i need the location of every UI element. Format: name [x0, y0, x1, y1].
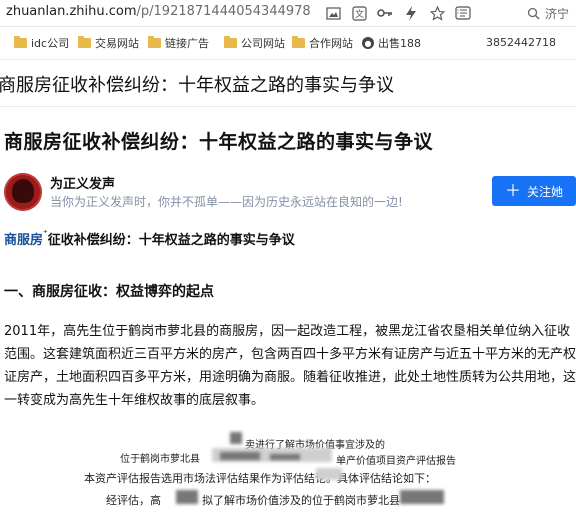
article-title: 商服房征收补偿纠纷：十年权益之路的事实与争议 [4, 131, 434, 153]
article-paragraph: 2011年，高先生位于鹤岗市萝北县的商服房，因一起改造工程，被黑龙江省农垦相关单… [4, 324, 576, 408]
redaction-mark [270, 454, 300, 460]
bookmark-label: 公司网站 [241, 37, 285, 50]
sticky-title-bar: 商服房征收补偿纠纷：十年权益之路的事实与争议 [0, 60, 576, 107]
sticky-title: 商服房征收补偿纠纷：十年权益之路的事实与争议 [0, 75, 394, 96]
bookmark-link-ads[interactable]: 链接广告 [148, 35, 209, 51]
globe-icon: ● [362, 37, 374, 49]
bookmark-label: 链接广告 [165, 37, 209, 50]
scan-line-3-left: 经评估，高 [106, 494, 161, 507]
section-heading: 一、商服房征收：权益博弈的起点 [4, 284, 214, 300]
url-host: zhuanlan.zhihu.com [6, 4, 137, 19]
bookmark-idc[interactable]: idc公司 [14, 35, 69, 51]
bookmark-partner-sites[interactable]: 合作网站 [292, 35, 353, 51]
bookmark-trade-sites[interactable]: 交易网站 [78, 35, 139, 51]
author-bio: 当你为正义发声时，你并不孤单——因为历史永远站在良知的一边! [50, 195, 403, 209]
scan-line-2: 本资产评估报告选用市场法评估结果作为评估结论。具体评估结论如下： [84, 472, 436, 485]
redaction-mark [230, 432, 242, 444]
plus-icon: ＋ [504, 181, 521, 200]
author-avatar[interactable] [4, 173, 42, 211]
redaction-mark [316, 468, 342, 480]
address-bar-actions: 文 [325, 3, 471, 23]
scan-line-1-right: 单产价值项目资产评估报告 [336, 456, 456, 467]
folder-icon [78, 36, 91, 48]
key-icon[interactable] [377, 5, 393, 21]
url-path: /p/1921871444054344978 [136, 4, 311, 19]
folder-icon [292, 36, 305, 48]
follow-label: 关注她 [527, 184, 564, 199]
subtitle-rest: 征收补偿纠纷：十年权益之路的事实与争议 [47, 233, 295, 248]
folder-icon [148, 36, 161, 48]
translate-icon[interactable]: 文 [351, 5, 367, 21]
keyword-link[interactable]: 商服房 [4, 233, 43, 248]
bookmark-company-sites[interactable]: 公司网站 [224, 35, 285, 51]
lightning-icon[interactable] [403, 5, 419, 21]
bookmark-phone[interactable]: 3852442718 [486, 36, 556, 49]
bookmark-for-sale[interactable]: ● 出售188 [362, 35, 421, 51]
bookmark-label: idc公司 [31, 37, 70, 50]
follow-button[interactable]: ＋ 关注她 [492, 176, 576, 206]
folder-icon [14, 36, 27, 48]
redaction-mark [176, 490, 198, 504]
scanned-document-image: 卖进行了解市场价值事宜涉及的 位于鹤岗市萝北县 单产价值项目资产评估报告 本资产… [70, 430, 510, 512]
tab-groups-icon[interactable] [455, 5, 471, 21]
search-text: 济宁 [545, 6, 570, 21]
url-field[interactable]: zhuanlan.zhihu.com/p/1921871444054344978 [6, 4, 311, 19]
bookmarks-bar: idc公司 交易网站 链接广告 公司网站 合作网站 ● 出售188 3852442… [0, 27, 576, 60]
star-icon[interactable] [429, 5, 445, 21]
search-box[interactable]: 济宁 [525, 3, 569, 23]
bookmark-label: 交易网站 [95, 37, 139, 50]
folder-icon [224, 36, 237, 48]
screenshot-icon[interactable] [325, 5, 341, 21]
avatar-ring [4, 173, 42, 211]
article-subtitle: 商服房⁺征收补偿纠纷：十年权益之路的事实与争议 [4, 229, 295, 248]
redaction-mark [400, 490, 444, 504]
redaction-mark [220, 452, 260, 460]
search-icon [525, 5, 541, 21]
author-name[interactable]: 为正义发声 [50, 173, 115, 192]
bookmark-label: 合作网站 [309, 37, 353, 50]
bookmark-label: 出售188 [378, 37, 421, 50]
scan-line-3-right: 拟了解市场价值涉及的位于鹤岗市萝北县 [202, 494, 400, 507]
svg-text:文: 文 [354, 8, 363, 20]
address-bar: zhuanlan.zhihu.com/p/1921871444054344978… [0, 0, 576, 27]
scan-line-1-left: 位于鹤岗市萝北县 [120, 454, 200, 465]
